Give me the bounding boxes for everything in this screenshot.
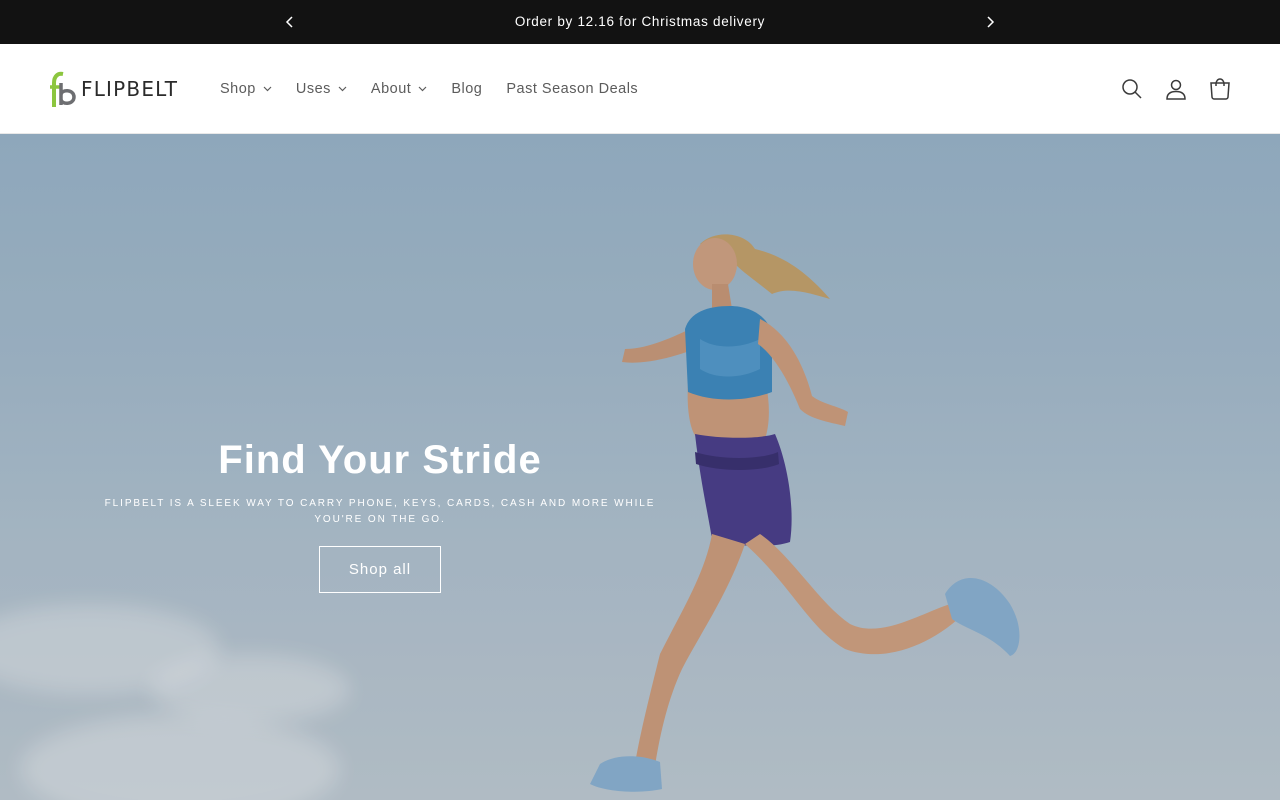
nav-item-about[interactable]: About — [359, 73, 439, 105]
main-nav: Shop Uses About Blog Past Season Deals — [208, 73, 650, 105]
site-header: FLIPBELT Shop Uses About Blog Past Seaso… — [0, 44, 1280, 134]
hero-banner: Find Your Stride FLIPBELT IS A SLEEK WAY… — [0, 134, 1280, 800]
nav-item-past-season-deals[interactable]: Past Season Deals — [494, 73, 650, 105]
search-button[interactable] — [1110, 77, 1154, 101]
logo-text: FLIPBELT — [81, 77, 179, 101]
announcement-text: Order by 12.16 for Christmas delivery — [514, 14, 766, 29]
nav-item-label: Past Season Deals — [506, 81, 639, 97]
cart-button[interactable] — [1198, 77, 1242, 101]
announcement-next-button[interactable] — [980, 12, 1000, 32]
hero-title: Find Your Stride — [218, 438, 542, 482]
announcement-bar: Order by 12.16 for Christmas delivery — [0, 0, 1280, 44]
flipbelt-logo-mark — [50, 71, 76, 107]
chevron-down-icon — [263, 86, 272, 92]
account-icon — [1166, 79, 1186, 100]
hero-content: Find Your Stride FLIPBELT IS A SLEEK WAY… — [80, 434, 680, 593]
header-icons — [1110, 77, 1242, 101]
nav-item-shop[interactable]: Shop — [208, 73, 284, 105]
cart-icon — [1210, 78, 1230, 100]
nav-item-uses[interactable]: Uses — [284, 73, 359, 105]
nav-item-blog[interactable]: Blog — [439, 73, 494, 105]
search-icon — [1122, 79, 1142, 99]
logo[interactable]: FLIPBELT — [50, 71, 178, 107]
chevron-down-icon — [418, 86, 427, 92]
chevron-down-icon — [338, 86, 347, 92]
account-button[interactable] — [1154, 77, 1198, 101]
nav-item-label: Uses — [295, 81, 331, 97]
hero-subtitle: FLIPBELT IS A SLEEK WAY TO CARRY PHONE, … — [104, 498, 656, 525]
nav-item-label: Shop — [220, 81, 256, 97]
nav-item-label: About — [370, 81, 412, 97]
chevron-right-icon — [987, 16, 995, 28]
nav-item-label: Blog — [451, 81, 483, 97]
shop-all-button[interactable]: Shop all — [319, 546, 441, 593]
